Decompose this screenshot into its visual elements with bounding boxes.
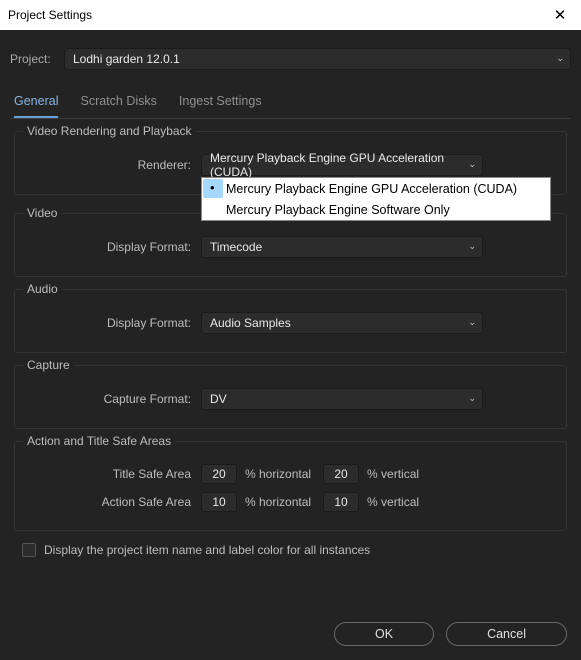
tabs: General Scratch Disks Ingest Settings <box>10 88 571 119</box>
pct-v-label: % vertical <box>359 495 431 509</box>
action-safe-h-input[interactable]: 10 <box>201 492 237 512</box>
window-title: Project Settings <box>8 8 92 22</box>
tab-ingest-settings[interactable]: Ingest Settings <box>179 88 262 118</box>
group-legend-vr: Video Rendering and Playback <box>23 124 196 138</box>
group-capture: Capture Capture Format: DV ⌄ <box>14 365 567 429</box>
group-legend-safe: Action and Title Safe Areas <box>23 434 175 448</box>
renderer-dropdown: Mercury Playback Engine GPU Acceleration… <box>201 177 551 221</box>
renderer-value: Mercury Playback Engine GPU Acceleration… <box>210 151 474 179</box>
title-safe-row: Title Safe Area 20 % horizontal 20 % ver… <box>25 464 556 484</box>
tab-scratch-disks[interactable]: Scratch Disks <box>80 88 156 118</box>
group-legend-audio: Audio <box>23 282 62 296</box>
group-video-rendering: Video Rendering and Playback Renderer: M… <box>14 131 567 195</box>
capture-format-label: Capture Format: <box>25 392 201 406</box>
display-item-checkbox-row[interactable]: Display the project item name and label … <box>22 543 563 557</box>
display-item-checkbox-label: Display the project item name and label … <box>44 543 370 557</box>
pct-v-label: % vertical <box>359 467 431 481</box>
group-legend-capture: Capture <box>23 358 74 372</box>
checkbox-icon <box>22 543 36 557</box>
renderer-field: Mercury Playback Engine GPU Acceleration… <box>201 154 483 176</box>
group-audio: Audio Display Format: Audio Samples ⌄ <box>14 289 567 353</box>
action-safe-label: Action Safe Area <box>25 495 201 509</box>
chevron-down-icon: ⌄ <box>468 393 476 404</box>
video-display-format-label: Display Format: <box>25 240 201 254</box>
ok-button[interactable]: OK <box>334 622 434 646</box>
group-legend-video: Video <box>23 206 61 220</box>
capture-format-value: DV <box>210 392 227 406</box>
project-label: Project: <box>10 52 56 66</box>
project-select[interactable]: Lodhi garden 12.0.1 ⌄ <box>64 48 571 70</box>
group-video: Video Display Format: Timecode ⌄ <box>14 213 567 277</box>
project-value: Lodhi garden 12.0.1 <box>73 52 180 66</box>
audio-display-format-value: Audio Samples <box>210 316 291 330</box>
action-safe-v-input[interactable]: 10 <box>323 492 359 512</box>
renderer-option-software[interactable]: Mercury Playback Engine Software Only <box>202 199 550 220</box>
renderer-label: Renderer: <box>25 158 201 172</box>
capture-format-select[interactable]: DV ⌄ <box>201 388 483 410</box>
group-safe-areas: Action and Title Safe Areas Title Safe A… <box>14 441 567 531</box>
tab-general[interactable]: General <box>14 88 58 118</box>
action-safe-row: Action Safe Area 10 % horizontal 10 % ve… <box>25 492 556 512</box>
footer-buttons: OK Cancel <box>334 622 567 646</box>
close-icon: ✕ <box>554 6 567 24</box>
renderer-option-cuda[interactable]: Mercury Playback Engine GPU Acceleration… <box>202 178 550 199</box>
general-content: Video Rendering and Playback Renderer: M… <box>10 119 571 557</box>
titlebar: Project Settings ✕ <box>0 0 581 30</box>
audio-display-format-row: Display Format: Audio Samples ⌄ <box>25 312 556 334</box>
renderer-select[interactable]: Mercury Playback Engine GPU Acceleration… <box>201 154 483 176</box>
chevron-down-icon: ⌄ <box>556 53 564 64</box>
project-row: Project: Lodhi garden 12.0.1 ⌄ <box>10 48 571 70</box>
audio-display-format-select[interactable]: Audio Samples ⌄ <box>201 312 483 334</box>
panel: Project: Lodhi garden 12.0.1 ⌄ General S… <box>0 30 581 567</box>
video-display-format-select[interactable]: Timecode ⌄ <box>201 236 483 258</box>
video-display-format-field: Timecode ⌄ <box>201 236 483 258</box>
capture-format-field: DV ⌄ <box>201 388 483 410</box>
audio-display-format-label: Display Format: <box>25 316 201 330</box>
chevron-down-icon: ⌄ <box>468 241 476 252</box>
close-button[interactable]: ✕ <box>539 0 581 30</box>
title-safe-h-input[interactable]: 20 <box>201 464 237 484</box>
video-display-format-value: Timecode <box>210 240 262 254</box>
audio-display-format-field: Audio Samples ⌄ <box>201 312 483 334</box>
capture-format-row: Capture Format: DV ⌄ <box>25 388 556 410</box>
pct-h-label: % horizontal <box>237 495 323 509</box>
pct-h-label: % horizontal <box>237 467 323 481</box>
title-safe-v-input[interactable]: 20 <box>323 464 359 484</box>
cancel-button[interactable]: Cancel <box>446 622 567 646</box>
chevron-down-icon: ⌄ <box>468 317 476 328</box>
title-safe-label: Title Safe Area <box>25 467 201 481</box>
video-display-format-row: Display Format: Timecode ⌄ <box>25 236 556 258</box>
renderer-row: Renderer: Mercury Playback Engine GPU Ac… <box>25 154 556 176</box>
